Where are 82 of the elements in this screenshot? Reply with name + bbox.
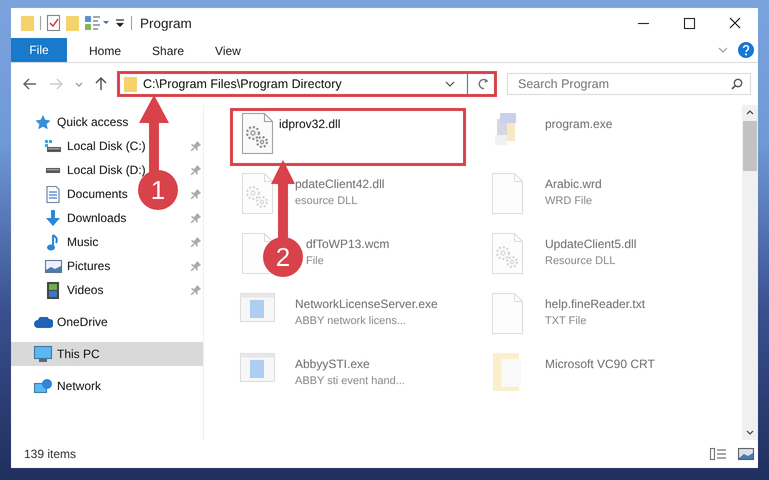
nav-item[interactable]: Network xyxy=(33,378,102,394)
customize-dropdown-icon[interactable] xyxy=(115,18,125,28)
file-type: ABBY sti event hand... xyxy=(295,375,405,387)
search-icon xyxy=(731,78,743,90)
file-name[interactable]: AbbyySTI.exe xyxy=(295,357,405,371)
chevron-down-icon[interactable] xyxy=(445,81,455,87)
back-arrow-icon[interactable] xyxy=(23,78,37,90)
search-field[interactable]: Search Program xyxy=(507,73,751,95)
cloud-icon xyxy=(34,316,52,328)
file-type: Resource DLL xyxy=(545,255,616,267)
file-name[interactable]: pdateClient42.dll xyxy=(295,177,384,191)
pin-icon[interactable] xyxy=(191,189,201,199)
minimize-icon xyxy=(638,22,648,24)
file-icon xyxy=(492,293,522,334)
network-icon xyxy=(34,378,52,394)
drive-icon xyxy=(46,168,60,172)
nav-item[interactable]: Pictures xyxy=(43,259,110,273)
file-name[interactable]: Microsoft VC90 CRT xyxy=(545,357,655,371)
folder-icon xyxy=(493,353,521,391)
address-bar[interactable]: C:\Program Files\Program Directory xyxy=(117,71,497,97)
large-icons-view-icon[interactable] xyxy=(738,448,754,460)
pin-icon[interactable] xyxy=(191,213,201,223)
file-type: esource DLL xyxy=(295,195,358,207)
file-name[interactable]: help.fineReader.txt xyxy=(545,297,646,311)
file-menu-button[interactable]: File xyxy=(11,38,67,62)
file-type: TXT File xyxy=(545,315,588,327)
scrollbar[interactable] xyxy=(742,105,758,440)
scrollbar-thumb[interactable] xyxy=(743,121,757,171)
pin-icon[interactable] xyxy=(191,141,201,151)
nav-item[interactable]: Music xyxy=(43,234,98,250)
window-icon xyxy=(240,293,274,322)
file-type: WRD File xyxy=(545,195,594,207)
ribbon-tab[interactable]: Share xyxy=(136,38,200,62)
nav-item[interactable]: Downloads xyxy=(43,210,126,226)
nav-item[interactable]: Local Disk (D:) xyxy=(43,163,146,177)
maximize-icon xyxy=(684,18,694,28)
file-name[interactable]: idprov32.dll xyxy=(279,117,340,131)
ribbon-tab[interactable]: View xyxy=(199,38,256,62)
window-title: Program xyxy=(140,16,192,30)
file-name[interactable]: dfToWP13.wcm xyxy=(306,237,390,251)
picture-icon xyxy=(44,260,62,272)
download-icon xyxy=(45,210,61,226)
gear-file-icon xyxy=(492,233,522,274)
gear-file-icon xyxy=(242,173,272,214)
up-arrow-icon[interactable] xyxy=(95,77,107,91)
item-count: 139 items xyxy=(24,447,76,461)
pin-icon[interactable] xyxy=(191,285,201,295)
help-icon[interactable] xyxy=(738,42,754,58)
folder-icon xyxy=(124,76,137,92)
recent-dropdown-icon[interactable] xyxy=(75,82,83,86)
checklist-icon[interactable] xyxy=(47,15,60,31)
star-icon xyxy=(35,114,51,130)
properties-icon[interactable] xyxy=(85,16,109,30)
pin-icon[interactable] xyxy=(191,165,201,175)
file-name[interactable]: program.exe xyxy=(545,117,612,131)
folder-path: C:\Program Files\Program Directory xyxy=(143,77,343,91)
nav-item[interactable]: Local Disk (C:) xyxy=(43,139,146,153)
drive-icon xyxy=(45,140,61,152)
file-icon xyxy=(492,173,522,214)
nav-item[interactable]: OneDrive xyxy=(33,315,108,329)
file-type: ABBY network licens... xyxy=(295,315,408,327)
file-type: File xyxy=(306,255,325,267)
music-icon xyxy=(47,234,59,250)
refresh-icon[interactable] xyxy=(478,78,490,90)
pin-icon[interactable] xyxy=(191,237,201,247)
file-name[interactable]: Arabic.wrd xyxy=(545,177,602,191)
pin-icon[interactable] xyxy=(191,261,201,271)
nav-item[interactable]: Documents xyxy=(43,186,128,202)
file-name[interactable]: NetworkLicenseServer.exe xyxy=(295,297,438,311)
details-view-icon[interactable] xyxy=(710,448,726,460)
nav-item[interactable]: This PC xyxy=(33,346,100,362)
file-name[interactable]: UpdateClient5.dll xyxy=(545,237,636,251)
computer-icon xyxy=(34,346,52,362)
application-icon xyxy=(495,113,519,145)
ribbon-tab[interactable]: Home xyxy=(73,38,136,62)
close-icon xyxy=(729,17,741,29)
window-icon xyxy=(240,353,274,382)
nav-item[interactable]: Quick access xyxy=(33,114,128,130)
document-icon xyxy=(46,186,60,202)
nav-item[interactable]: Videos xyxy=(43,282,104,298)
gear-file-icon xyxy=(242,113,272,154)
video-icon xyxy=(47,282,59,298)
